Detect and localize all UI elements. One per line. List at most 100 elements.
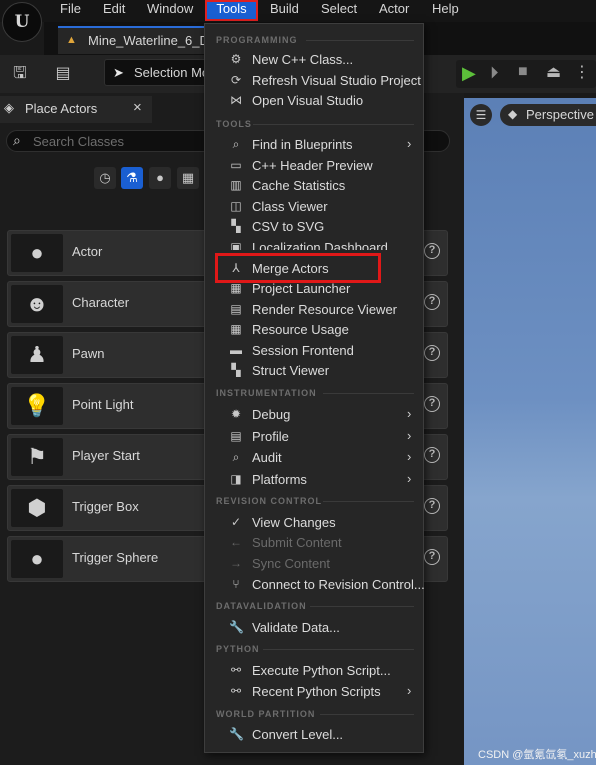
help-icon[interactable]: ?: [424, 498, 440, 514]
menu-item-label: Convert Level...: [252, 727, 344, 742]
perspective-button[interactable]: ◆ Perspective: [500, 104, 596, 126]
menu-item-label: New C++ Class...: [252, 52, 354, 67]
chevron-right-icon: ›: [407, 406, 412, 421]
section-revision-control: REVISION CONTROL: [216, 496, 323, 506]
recent-filter-icon[interactable]: ◷: [94, 167, 116, 189]
menu-item-profile[interactable]: ▤ Profile ›: [205, 427, 423, 447]
document-tab[interactable]: ▲ Mine_Waterline_6_D: [58, 26, 209, 54]
menu-item-localization-dashboard[interactable]: ▣ Localization Dashboard: [205, 238, 423, 250]
menu-tools[interactable]: Tools: [205, 0, 258, 21]
visual-studio-icon: ⋈: [230, 93, 242, 107]
session-icon: ▬: [230, 343, 242, 357]
help-icon[interactable]: ?: [424, 447, 440, 463]
localization-icon: ▣: [230, 240, 242, 250]
menu-file[interactable]: File: [60, 0, 81, 21]
menu-item-label: Execute Python Script...: [252, 663, 391, 678]
browse-content-icon[interactable]: ▤: [52, 63, 74, 85]
menu-item-new-cpp-class[interactable]: ⚙ New C++ Class...: [205, 50, 423, 70]
list-item-label: Pawn: [72, 346, 105, 361]
menu-item-label: Find in Blueprints: [252, 137, 353, 152]
menu-item-label: Debug: [252, 407, 291, 422]
menu-item-label: Refresh Visual Studio Project: [252, 73, 421, 88]
menu-item-label: CSV to SVG: [252, 219, 325, 234]
help-icon[interactable]: ?: [424, 243, 440, 259]
menu-item-resource-usage[interactable]: ▦ Resource Usage: [205, 320, 423, 340]
play-icon[interactable]: ▶: [462, 63, 476, 84]
menu-item-execute-python-script[interactable]: ⚯ Execute Python Script...: [205, 661, 423, 681]
menu-item-submit-content: ← Submit Content: [205, 533, 423, 553]
menu-item-struct-viewer[interactable]: ▚ Struct Viewer: [205, 361, 423, 381]
menu-help[interactable]: Help: [432, 0, 459, 21]
chevron-right-icon: ›: [407, 471, 412, 486]
find-icon: ⌕: [232, 137, 240, 151]
search-icon: ⌕: [13, 132, 21, 148]
menu-item-label: Submit Content: [252, 535, 342, 550]
menu-item-find-in-blueprints[interactable]: ⌕ Find in Blueprints ›: [205, 135, 423, 155]
menu-item-label: Platforms: [252, 472, 307, 487]
menu-item-class-viewer[interactable]: ◫ Class Viewer: [205, 197, 423, 217]
menu-item-debug[interactable]: ✹ Debug ›: [205, 405, 423, 425]
struct-icon: ▚: [231, 363, 241, 377]
menu-build[interactable]: Build: [270, 0, 299, 21]
menu-edit[interactable]: Edit: [103, 0, 125, 21]
selection-mode-dropdown[interactable]: ➤ Selection Mo: [104, 59, 214, 86]
menu-item-open-visual-studio[interactable]: ⋈ Open Visual Studio: [205, 91, 423, 111]
lights-filter-icon[interactable]: ●: [149, 167, 171, 189]
menu-item-convert-level[interactable]: 🔧 Convert Level...: [205, 725, 423, 745]
level-viewport[interactable]: [464, 98, 596, 765]
menu-item-render-resource-viewer[interactable]: ▤ Render Resource Viewer: [205, 300, 423, 320]
hamburger-menu-icon[interactable]: ☰: [470, 104, 492, 126]
launcher-icon: ▦: [230, 281, 242, 295]
divider: [306, 40, 414, 41]
menu-item-connect-revision-control[interactable]: ⑂ Connect to Revision Control...: [205, 575, 424, 595]
perspective-label: Perspective: [526, 107, 594, 122]
menu-item-view-changes[interactable]: ✓ View Changes: [205, 513, 423, 533]
unreal-logo-icon[interactable]: U: [2, 2, 42, 42]
more-options-icon[interactable]: ⋮: [574, 62, 590, 82]
csv-icon: ▚: [231, 219, 241, 233]
menu-item-refresh-vs-project[interactable]: ⟳ Refresh Visual Studio Project: [205, 71, 423, 91]
menu-actor[interactable]: Actor: [379, 0, 409, 21]
stop-icon[interactable]: ■: [518, 63, 528, 81]
menu-item-label: View Changes: [252, 515, 336, 530]
new-class-icon: ⚙: [230, 52, 242, 66]
level-icon: ▲: [66, 34, 77, 46]
eject-icon[interactable]: ⏏: [546, 62, 561, 82]
arrow-left-icon: ←: [230, 535, 242, 549]
help-icon[interactable]: ?: [424, 396, 440, 412]
help-icon[interactable]: ?: [424, 294, 440, 310]
render-resource-icon: ▤: [230, 302, 242, 316]
close-icon[interactable]: ×: [133, 99, 142, 116]
help-icon[interactable]: ?: [424, 549, 440, 565]
place-actors-tab[interactable]: ◈ Place Actors ×: [0, 96, 152, 123]
menu-item-session-frontend[interactable]: ▬ Session Frontend: [205, 341, 423, 361]
header-preview-icon: ▭: [230, 158, 242, 172]
list-item-label: Trigger Box: [72, 499, 139, 514]
class-viewer-icon: ◫: [230, 199, 242, 213]
menu-item-cpp-header-preview[interactable]: ▭ C++ Header Preview: [205, 156, 423, 176]
chevron-right-icon: ›: [407, 449, 412, 464]
menu-item-label: Cache Statistics: [252, 178, 346, 193]
menu-item-csv-to-svg[interactable]: ▚ CSV to SVG: [205, 217, 423, 237]
list-item-label: Character: [72, 295, 130, 310]
divider: [320, 714, 414, 715]
arrow-right-icon: →: [230, 556, 242, 570]
menu-item-validate-data[interactable]: 🔧 Validate Data...: [205, 618, 423, 638]
menu-window[interactable]: Window: [147, 0, 193, 21]
cinematic-filter-icon[interactable]: ▦: [177, 167, 199, 189]
divider: [323, 393, 414, 394]
place-actors-icon: ◈: [4, 100, 14, 115]
basic-filter-icon[interactable]: ⚗: [121, 167, 143, 189]
menu-item-label: Audit: [252, 450, 282, 465]
menu-item-cache-statistics[interactable]: ▥ Cache Statistics: [205, 176, 423, 196]
menu-select[interactable]: Select: [321, 0, 357, 21]
help-icon[interactable]: ?: [424, 345, 440, 361]
step-icon[interactable]: ⏵: [490, 63, 499, 83]
divider: [323, 501, 414, 502]
menu-item-platforms[interactable]: ◨ Platforms ›: [205, 470, 423, 490]
tools-menu: PROGRAMMING ⚙ New C++ Class... ⟳ Refresh…: [204, 23, 425, 753]
save-icon[interactable]: 🖫: [9, 63, 31, 85]
menu-item-audit[interactable]: ⌕ Audit ›: [205, 448, 423, 468]
wrench-icon: 🔧: [229, 620, 244, 634]
menu-item-recent-python-scripts[interactable]: ⚯ Recent Python Scripts ›: [205, 682, 423, 702]
